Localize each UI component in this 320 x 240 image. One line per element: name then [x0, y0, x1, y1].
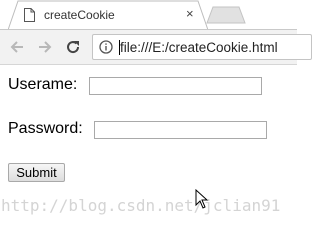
tab-strip: createCookie × [0, 0, 297, 30]
username-label: Userame: [8, 76, 78, 93]
watermark: http://blog.csdn.net/jclian91 [1, 196, 281, 215]
forward-arrow-icon[interactable] [37, 39, 53, 55]
password-row: Password: [8, 120, 83, 138]
password-input[interactable] [94, 121, 267, 139]
submit-button[interactable]: Submit [8, 163, 65, 182]
info-icon[interactable] [99, 40, 113, 54]
tab-title: createCookie [44, 8, 115, 22]
tab-createcookie[interactable]: createCookie × [8, 0, 208, 30]
username-input[interactable] [89, 77, 262, 95]
new-tab-icon[interactable] [206, 6, 246, 24]
page-icon [24, 8, 35, 22]
username-row: Userame: [8, 76, 77, 94]
back-arrow-icon[interactable] [9, 39, 25, 55]
url-text[interactable]: file:///E:/createCookie.html [120, 40, 278, 55]
reload-icon[interactable] [65, 39, 81, 55]
address-bar[interactable]: file:///E:/createCookie.html [92, 34, 312, 60]
tab-close-icon[interactable]: × [186, 6, 194, 22]
password-label: Password: [8, 120, 83, 137]
mouse-pointer-icon [195, 189, 209, 209]
browser-toolbar: file:///E:/createCookie.html [0, 30, 312, 65]
